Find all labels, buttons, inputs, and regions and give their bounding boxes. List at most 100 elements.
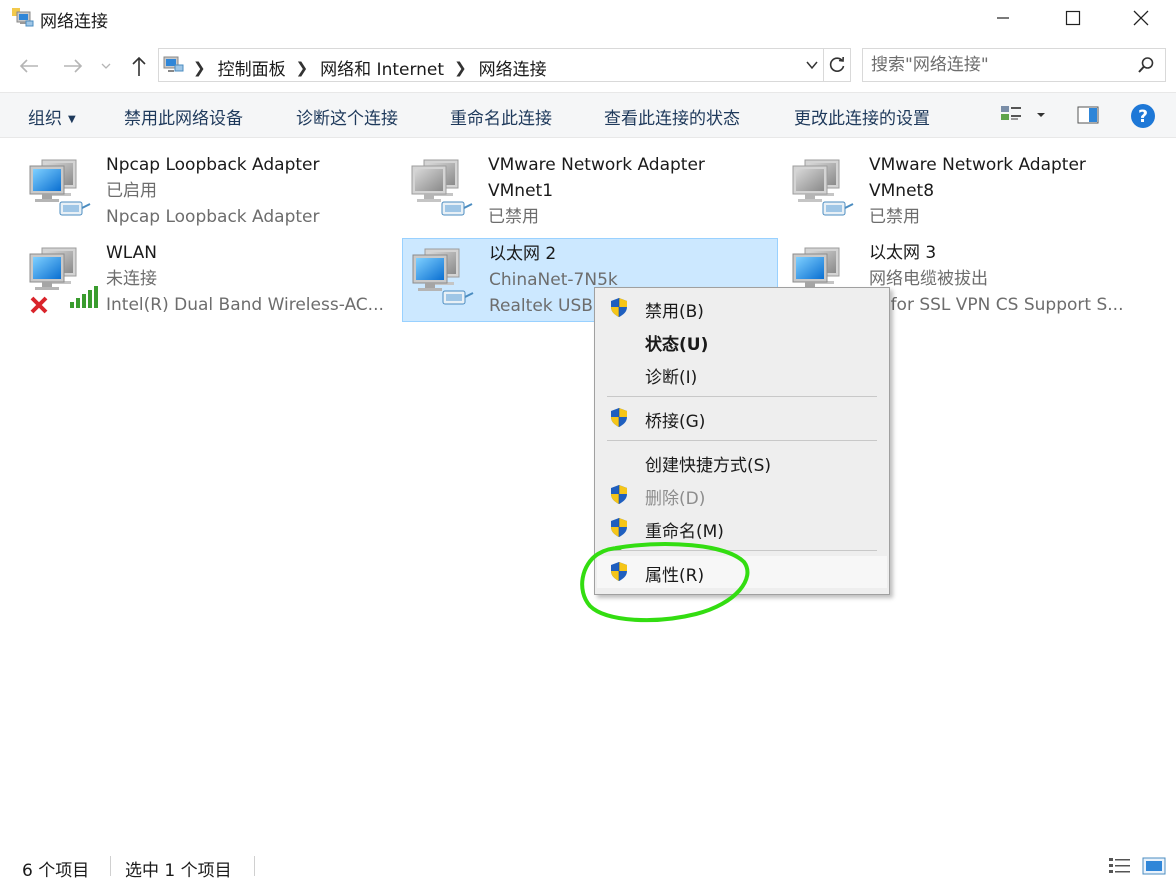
uac-shield-icon — [610, 484, 628, 505]
menu-item-status[interactable]: 状态(U) — [597, 325, 887, 357]
menu-item-properties[interactable]: 属性(R) — [597, 556, 887, 588]
dropdown-arrow-icon: ▼ — [68, 114, 76, 125]
title-bar: 网络连接 — [0, 0, 1176, 36]
connection-item-vmnet1[interactable]: VMware Network Adapter VMnet1 已禁用 — [402, 150, 778, 234]
view-status-button[interactable]: 查看此连接的状态 — [604, 104, 740, 129]
address-dropdown-button[interactable] — [805, 57, 819, 76]
back-arrow-icon — [19, 59, 38, 73]
breadcrumb-separator[interactable]: ❯ — [193, 59, 206, 77]
search-icon[interactable] — [1137, 56, 1155, 78]
breadcrumb-control-panel[interactable]: 控制面板 — [218, 55, 286, 80]
breadcrumb-network-connections[interactable]: 网络连接 — [479, 55, 547, 80]
menu-separator — [607, 440, 877, 441]
selected-count: 选中 1 个项目 — [125, 861, 232, 881]
connection-name: VMware Network Adapter — [869, 155, 1086, 175]
search-box[interactable] — [862, 48, 1166, 82]
maximize-icon — [1065, 10, 1081, 26]
change-view-button[interactable] — [1000, 103, 1052, 131]
connection-name-line2: VMnet1 — [488, 181, 554, 201]
help-button[interactable]: ? — [1130, 103, 1156, 133]
connection-name: 以太网 2 — [489, 244, 557, 264]
preview-pane-icon — [1077, 106, 1099, 124]
command-bar: 组织 ▼ 禁用此网络设备 诊断这个连接 重命名此连接 查看此连接的状态 更改此连接… — [0, 92, 1176, 138]
menu-item-rename[interactable]: 重命名(M) — [597, 512, 887, 544]
wireless-adapter-icon — [29, 247, 98, 314]
organize-menu[interactable]: 组织 ▼ — [28, 104, 76, 129]
up-arrow-icon — [132, 56, 146, 76]
rename-connection-button[interactable]: 重命名此连接 — [450, 104, 552, 129]
network-connections-app-icon — [12, 8, 34, 28]
maximize-button[interactable] — [1038, 0, 1108, 36]
signal-bars-icon — [70, 286, 98, 308]
connection-device: ngfor SSL VPN CS Support S... — [869, 295, 1124, 315]
connection-name-line2: VMnet8 — [869, 181, 935, 201]
window-title: 网络连接 — [40, 12, 108, 32]
preview-pane-button[interactable] — [1076, 103, 1100, 131]
connection-status: 已禁用 — [488, 207, 539, 227]
chevron-down-icon — [806, 61, 818, 70]
view-options-icon — [1001, 106, 1045, 120]
uac-shield-icon — [610, 517, 628, 538]
connection-device: Npcap Loopback Adapter — [106, 207, 320, 227]
menu-item-bridge[interactable]: 桥接(G) — [597, 402, 887, 434]
large-icons-view-icon — [1142, 857, 1166, 875]
connection-status: 网络电缆被拔出 — [869, 269, 988, 289]
address-bar[interactable]: ❯ 控制面板 ❯ 网络和 Internet ❯ 网络连接 — [158, 48, 824, 82]
menu-item-disable[interactable]: 禁用(B) — [597, 292, 887, 324]
uac-shield-icon — [610, 561, 628, 582]
forward-button[interactable] — [60, 53, 86, 79]
back-button[interactable] — [16, 53, 42, 79]
minimize-button[interactable] — [968, 0, 1038, 36]
uac-shield-icon — [610, 407, 628, 428]
chevron-down-icon — [101, 63, 111, 69]
connection-name: VMware Network Adapter — [488, 155, 705, 175]
details-view-icon — [1109, 858, 1130, 873]
menu-separator — [607, 396, 877, 397]
connection-device: Intel(R) Dual Band Wireless-AC... — [106, 295, 384, 315]
details-view-button[interactable] — [1108, 856, 1132, 880]
connection-name: WLAN — [106, 243, 158, 263]
up-button[interactable] — [126, 53, 152, 79]
breadcrumb-separator[interactable]: ❯ — [454, 59, 467, 77]
item-count: 6 个项目 — [22, 861, 90, 881]
search-input[interactable] — [871, 53, 1121, 77]
connection-item-npcap[interactable]: Npcap Loopback Adapter 已启用 Npcap Loopbac… — [20, 150, 396, 234]
recent-locations-button[interactable] — [96, 53, 116, 79]
change-settings-button[interactable]: 更改此连接的设置 — [794, 104, 930, 129]
refresh-button[interactable] — [823, 48, 851, 82]
connection-status: 已禁用 — [869, 207, 920, 227]
control-panel-icon — [163, 55, 185, 79]
menu-separator — [607, 550, 877, 551]
navigation-bar: ❯ 控制面板 ❯ 网络和 Internet ❯ 网络连接 — [0, 44, 1176, 88]
network-adapter-icon — [29, 159, 91, 216]
connection-status: 已启用 — [106, 181, 157, 201]
svg-text:?: ? — [1138, 107, 1148, 127]
connection-status: 未连接 — [106, 269, 157, 289]
help-icon: ? — [1131, 104, 1155, 128]
disable-device-button[interactable]: 禁用此网络设备 — [124, 104, 243, 129]
menu-item-diagnose[interactable]: 诊断(I) — [597, 358, 887, 390]
diagnose-connection-button[interactable]: 诊断这个连接 — [296, 104, 398, 129]
status-separator — [110, 856, 111, 876]
breadcrumb-network-internet[interactable]: 网络和 Internet — [320, 55, 444, 80]
close-icon — [1133, 10, 1149, 26]
large-icons-view-button[interactable] — [1142, 856, 1166, 880]
context-menu: 禁用(B) 状态(U) 诊断(I) 桥接(G) 创建快捷方式(S) 删除(D) … — [594, 287, 890, 595]
status-bar: 6 个项目 选中 1 个项目 — [0, 848, 1176, 882]
connection-name: 以太网 3 — [869, 243, 937, 263]
connection-name: Npcap Loopback Adapter — [106, 155, 320, 175]
network-adapter-icon — [412, 248, 474, 305]
network-adapter-disabled-icon — [411, 159, 473, 216]
breadcrumb-separator[interactable]: ❯ — [296, 59, 309, 77]
forward-arrow-icon — [64, 59, 83, 73]
connection-item-wlan[interactable]: WLAN 未连接 Intel(R) Dual Band Wireless-AC.… — [20, 238, 396, 322]
connection-item-vmnet8[interactable]: VMware Network Adapter VMnet8 已禁用 — [783, 150, 1159, 234]
menu-item-create-shortcut[interactable]: 创建快捷方式(S) — [597, 446, 887, 478]
minimize-icon — [997, 17, 1009, 19]
close-button[interactable] — [1106, 0, 1176, 36]
status-separator — [254, 856, 255, 876]
network-adapter-disabled-icon — [792, 159, 854, 216]
red-x-icon — [30, 296, 48, 314]
menu-item-delete: 删除(D) — [597, 479, 887, 511]
uac-shield-icon — [610, 297, 628, 318]
